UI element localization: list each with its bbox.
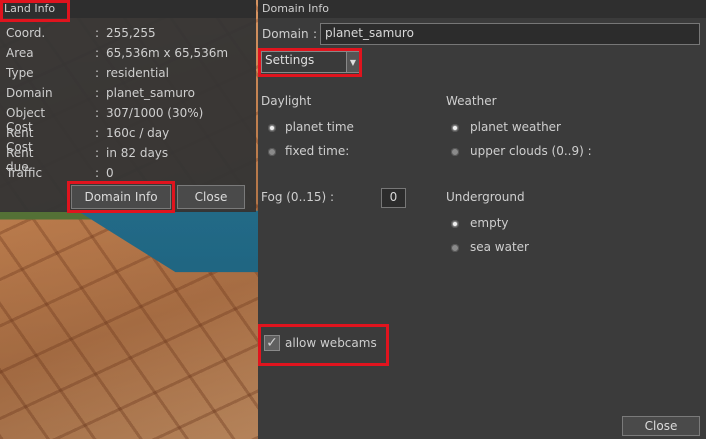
highlight-box: [0, 0, 70, 22]
info-key: Type: [6, 66, 34, 80]
info-colon: :: [95, 106, 100, 120]
info-key: Domain: [6, 86, 53, 100]
info-value: 65,536m x 65,536m: [106, 46, 229, 60]
info-value: residential: [106, 66, 169, 80]
land-info-close-button[interactable]: Close: [177, 185, 245, 209]
info-key: Traffic: [6, 166, 43, 180]
info-value: 255,255: [106, 26, 156, 40]
info-colon: :: [95, 26, 100, 40]
highlight-box: [258, 324, 389, 366]
info-colon: :: [95, 46, 100, 60]
weather-option-label: planet weather: [470, 120, 561, 134]
info-colon: :: [95, 166, 100, 180]
info-colon: :: [95, 86, 100, 100]
info-key: Coord.: [6, 26, 46, 40]
domain-colon: :: [313, 27, 318, 41]
info-value: in 82 days: [106, 146, 169, 160]
land-info-panel: Land Info Coord. : 255,255 Area : 65,536…: [0, 0, 256, 213]
domain-name-field[interactable]: planet_samuro: [320, 23, 700, 45]
highlight-box: [67, 181, 175, 213]
daylight-option-label: fixed time:: [285, 144, 350, 158]
info-colon: :: [95, 126, 100, 140]
info-value: planet_samuro: [106, 86, 195, 100]
fog-level-field[interactable]: 0: [381, 188, 406, 208]
info-value: 160c / day: [106, 126, 170, 140]
daylight-planet-time-radio[interactable]: [268, 124, 276, 132]
highlight-box: [258, 48, 362, 77]
weather-planet-weather-radio[interactable]: [451, 124, 459, 132]
domain-info-title: Domain Info: [262, 2, 329, 15]
domain-info-titlebar[interactable]: Domain Info: [258, 0, 706, 18]
info-value: 0: [106, 166, 114, 180]
daylight-option-label: planet time: [285, 120, 354, 134]
weather-upper-clouds-radio[interactable]: [451, 148, 459, 156]
weather-option-label: upper clouds (0..9) :: [470, 144, 592, 158]
underground-empty-radio[interactable]: [451, 220, 459, 228]
info-value: 307/1000 (30%): [106, 106, 204, 120]
domain-info-close-button[interactable]: Close: [622, 416, 700, 436]
domain-info-panel: Domain Info Domain : planet_samuro Setti…: [258, 0, 706, 439]
domain-label: Domain: [262, 27, 309, 41]
daylight-heading: Daylight: [261, 94, 312, 108]
underground-heading: Underground: [446, 190, 525, 204]
underground-option-label: empty: [470, 216, 509, 230]
info-colon: :: [95, 66, 100, 80]
underground-sea-water-radio[interactable]: [451, 244, 459, 252]
daylight-fixed-time-radio[interactable]: [268, 148, 276, 156]
info-key: Area: [6, 46, 34, 60]
underground-option-label: sea water: [470, 240, 529, 254]
fog-label: Fog (0..15) :: [261, 190, 335, 204]
info-colon: :: [95, 146, 100, 160]
weather-heading: Weather: [446, 94, 497, 108]
